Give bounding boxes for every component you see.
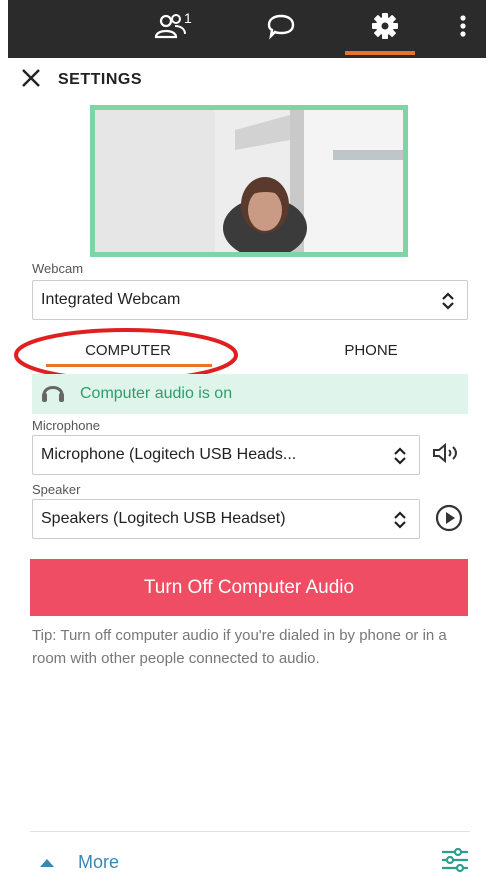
speaker-select-value: Speakers (Logitech USB Headset) xyxy=(41,510,286,527)
microphone-label: Microphone xyxy=(32,418,100,433)
headset-icon xyxy=(38,377,68,412)
page-title: SETTINGS xyxy=(58,71,143,88)
chevron-updown-icon xyxy=(393,510,407,530)
audio-status-banner: Computer audio is on xyxy=(32,374,468,414)
top-toolbar: 1 xyxy=(8,0,486,58)
triangle-up-icon xyxy=(38,856,56,868)
more-vertical-icon xyxy=(459,13,467,44)
microphone-select[interactable]: Microphone (Logitech USB Heads... xyxy=(32,435,420,475)
chevron-updown-icon xyxy=(393,446,407,466)
participants-button[interactable]: 1 xyxy=(136,10,206,45)
microphone-select-value: Microphone (Logitech USB Heads... xyxy=(41,446,297,463)
chevron-updown-icon xyxy=(441,291,455,311)
participant-count: 1 xyxy=(184,10,192,26)
tip-text: Tip: Turn off computer audio if you're d… xyxy=(32,627,447,667)
sliders-icon xyxy=(440,847,470,878)
mic-level-button[interactable] xyxy=(432,440,462,470)
more-label: More xyxy=(78,851,120,872)
speaker-select[interactable]: Speakers (Logitech USB Headset) xyxy=(32,499,420,539)
play-test-sound-button[interactable] xyxy=(434,503,464,538)
settings-tab-button[interactable] xyxy=(360,12,410,44)
more-options-button[interactable] xyxy=(448,12,478,44)
gear-icon xyxy=(370,11,400,46)
turn-off-computer-audio-button[interactable]: Turn Off Computer Audio xyxy=(30,559,468,616)
more-button[interactable]: More xyxy=(38,848,119,876)
speaker-label: Speaker xyxy=(32,482,81,497)
tab-phone[interactable]: PHONE xyxy=(278,332,464,368)
webcam-select-value: Integrated Webcam xyxy=(41,291,181,308)
audio-status-text: Computer audio is on xyxy=(80,385,233,402)
speaker-volume-icon xyxy=(431,441,463,470)
chat-button[interactable] xyxy=(256,12,306,44)
advanced-settings-button[interactable] xyxy=(440,846,470,874)
settings-header: SETTINGS xyxy=(18,66,142,94)
close-button[interactable] xyxy=(18,67,44,93)
webcam-preview xyxy=(90,105,408,257)
people-icon xyxy=(154,12,188,45)
footer-divider xyxy=(30,831,470,832)
active-tab-indicator xyxy=(345,51,415,55)
play-icon xyxy=(434,503,464,538)
webcam-label: Webcam xyxy=(32,261,84,276)
close-icon xyxy=(21,68,41,93)
chat-icon xyxy=(266,12,296,45)
webcam-select[interactable]: Integrated Webcam xyxy=(32,280,468,320)
